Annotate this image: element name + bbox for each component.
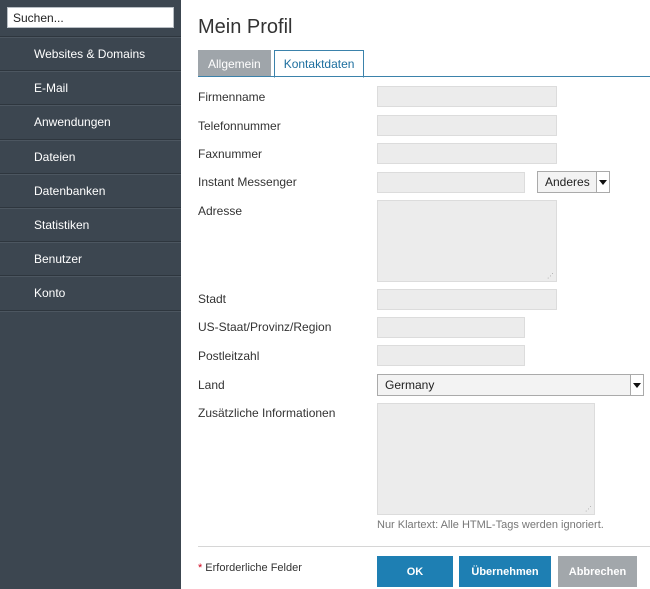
plain-text-hint: Nur Klartext: Alle HTML-Tags werden igno… (377, 519, 604, 531)
required-fields-note: * Erforderliche Felder (198, 562, 302, 574)
company-label: Firmenname (198, 90, 266, 104)
sidebar-item-statistics[interactable]: Statistiken (0, 207, 181, 243)
cancel-button[interactable]: Abbrechen (558, 556, 637, 587)
sidebar-item-label: Benutzer (34, 252, 83, 267)
zip-input[interactable] (377, 345, 525, 366)
page-title: Mein Profil (198, 16, 293, 38)
sidebar-item-label: Datenbanken (34, 183, 106, 198)
required-fields-text: Erforderliche Felder (205, 562, 302, 574)
im-type-select[interactable]: Anderes (537, 171, 610, 193)
sidebar-item-account[interactable]: Konto (0, 276, 181, 311)
footer-divider (198, 546, 650, 547)
chevron-down-icon (596, 172, 609, 192)
address-textarea[interactable]: ⋰ (377, 200, 557, 282)
main-content: Mein Profil Allgemein Kontaktdaten Firme… (181, 0, 650, 589)
fax-input[interactable] (377, 143, 557, 164)
resize-grip-icon[interactable]: ⋰ (547, 273, 554, 280)
address-label: Adresse (198, 204, 243, 218)
required-star-icon: * (198, 562, 203, 574)
sidebar-item-email[interactable]: E-Mail (0, 71, 181, 106)
sidebar: Websites & Domains E-Mail Anwendungen Da… (0, 0, 181, 589)
phone-label: Telefonnummer (198, 119, 281, 133)
sidebar-item-label: Dateien (34, 149, 76, 164)
tab-bar: Allgemein Kontaktdaten (198, 50, 367, 78)
country-label: Land (198, 378, 225, 392)
chevron-down-icon (630, 375, 643, 395)
ok-button[interactable]: OK (377, 556, 453, 587)
resize-grip-icon[interactable]: ⋰ (585, 506, 592, 513)
tab-general[interactable]: Allgemein (198, 50, 271, 77)
country-select[interactable]: Germany (377, 374, 644, 396)
sidebar-item-label: Websites & Domains (34, 47, 146, 62)
sidebar-item-applications[interactable]: Anwendungen (0, 105, 181, 140)
state-input[interactable] (377, 317, 525, 338)
apply-button[interactable]: Übernehmen (459, 556, 551, 587)
sidebar-item-files[interactable]: Dateien (0, 139, 181, 174)
search-container (0, 0, 181, 37)
fax-label: Faxnummer (198, 147, 263, 161)
company-input[interactable] (377, 86, 557, 107)
additional-info-textarea[interactable]: ⋰ (377, 403, 595, 515)
im-label: Instant Messenger (198, 175, 297, 189)
im-input[interactable] (377, 172, 525, 193)
sidebar-item-label: Statistiken (34, 218, 90, 233)
sidebar-item-users[interactable]: Benutzer (0, 242, 181, 277)
city-input[interactable] (377, 289, 557, 310)
sidebar-divider (0, 310, 181, 312)
sidebar-item-websites-domains[interactable]: Websites & Domains (0, 37, 181, 72)
im-type-value: Anderes (545, 175, 590, 189)
city-label: Stadt (198, 292, 227, 306)
tab-contact-data[interactable]: Kontaktdaten (273, 50, 365, 78)
phone-input[interactable] (377, 115, 557, 136)
sidebar-item-label: Anwendungen (34, 115, 111, 130)
search-input[interactable] (7, 7, 174, 28)
zip-label: Postleitzahl (198, 349, 260, 363)
state-label: US-Staat/Provinz/Region (198, 320, 332, 334)
sidebar-item-databases[interactable]: Datenbanken (0, 173, 181, 208)
country-value: Germany (385, 378, 435, 392)
sidebar-item-label: Konto (34, 286, 66, 301)
sidebar-item-label: E-Mail (34, 81, 69, 96)
additional-info-label: Zusätzliche Informationen (198, 406, 336, 420)
tab-underline (198, 76, 650, 77)
